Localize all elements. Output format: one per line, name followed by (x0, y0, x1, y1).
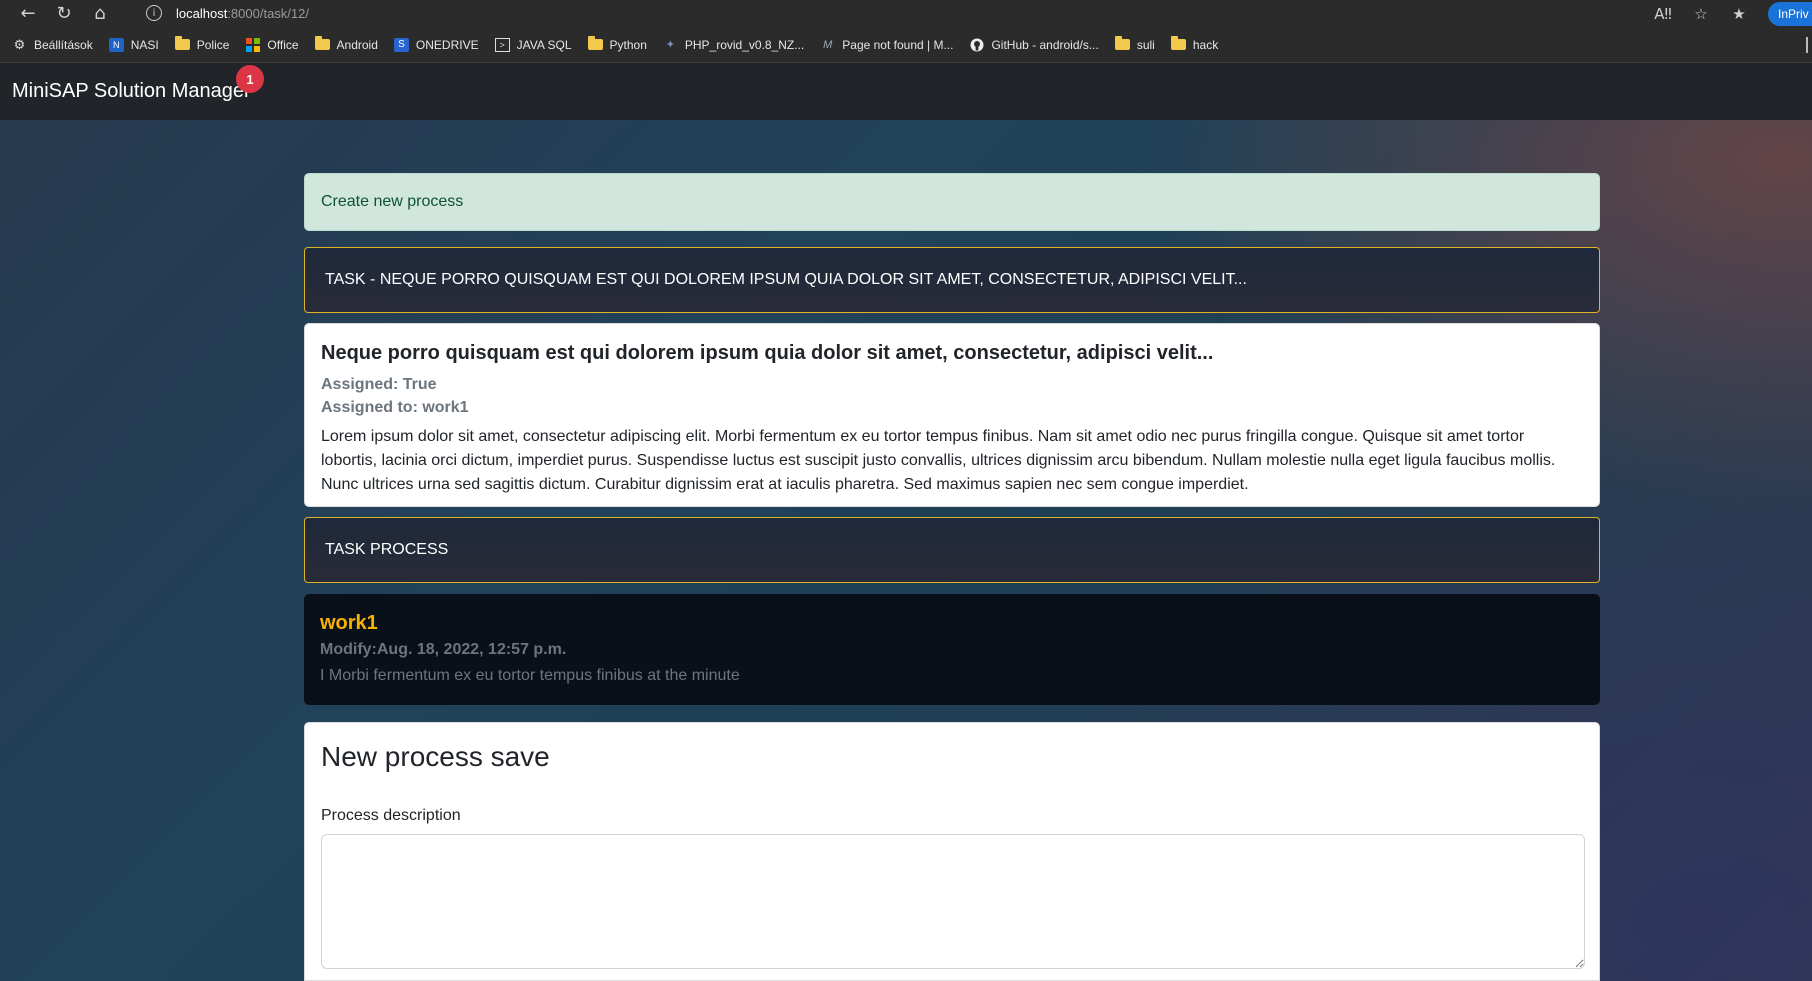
app-navbar: MiniSAP Solution Manager 1 (0, 63, 1812, 120)
notification-badge[interactable]: 1 (236, 65, 264, 93)
address-bar[interactable]: i localhost :8000/task/12/ (146, 1, 1626, 25)
bookmark-hack[interactable]: hack (1170, 36, 1219, 52)
back-arrow-icon[interactable]: ← (10, 0, 46, 27)
inprivate-button[interactable]: InPriv (1768, 1, 1812, 26)
form-title: New process save (321, 741, 550, 772)
terminal-icon: > (494, 37, 510, 52)
bookmark-label: Police (196, 37, 230, 52)
process-user: work1 (320, 612, 378, 634)
bookmark-label: PHP_rovid_v0.8_NZ... (684, 37, 805, 52)
add-favorite-icon[interactable]: ☆ (1682, 5, 1720, 23)
process-text: I Morbi fermentum ex eu tortor tempus fi… (320, 667, 740, 684)
bookmark-python[interactable]: Python (587, 36, 647, 52)
bookmark-label: NASI (130, 37, 159, 52)
bookmarks-bar: ⚙ Beállítások N NASI Police Office Andro… (0, 27, 1812, 63)
bookmark-label: Beállítások (34, 37, 93, 52)
bookmark-label: GitHub - android/s... (991, 37, 1099, 52)
url-path: :8000/task/12/ (227, 5, 309, 21)
alert-text: Create new process (321, 193, 464, 210)
url-host: localhost (176, 5, 228, 21)
bookmark-label: Page not found | M... (842, 37, 954, 52)
bookmark-java-sql[interactable]: > JAVA SQL (494, 37, 572, 52)
process-description-input[interactable] (321, 834, 1585, 969)
folder-icon (587, 36, 603, 52)
bookmark-office[interactable]: Office (245, 37, 299, 52)
page-icon: M (823, 38, 833, 51)
bookmark-page-not-found[interactable]: M Page not found | M... (820, 38, 953, 52)
home-icon[interactable]: ⌂ (82, 0, 118, 27)
nasi-icon: N (108, 37, 124, 52)
folder-icon (314, 36, 330, 52)
process-description-label: Process description (321, 807, 461, 824)
favorites-icon[interactable]: ★ (1720, 5, 1758, 23)
create-process-alert: Create new process (304, 173, 1600, 231)
browser-toolbar: ← ↻ ⌂ i localhost :8000/task/12/ A‼ ☆ ★ … (0, 0, 1812, 27)
read-aloud-icon[interactable]: A‼ (1644, 5, 1682, 23)
bookmark-label: hack (1192, 37, 1219, 52)
folder-icon (174, 36, 190, 52)
bookmark-label: suli (1136, 37, 1155, 52)
folder-icon (1170, 36, 1186, 52)
site-info-icon[interactable]: i (146, 5, 162, 21)
php-icon: ✦ (665, 39, 675, 51)
process-card: work1 Modify:Aug. 18, 2022, 12:57 p.m. I… (304, 594, 1600, 705)
bookmark-onedrive[interactable]: S ONEDRIVE (393, 37, 479, 52)
bookmark-label: Office (267, 37, 299, 52)
bookmarks-overflow-icon[interactable] (1806, 37, 1812, 53)
gear-icon: ⚙ (13, 36, 26, 52)
bookmark-suli[interactable]: suli (1114, 36, 1155, 52)
bookmark-php[interactable]: ✦ PHP_rovid_v0.8_NZ... (663, 37, 805, 52)
bookmark-beallitasok[interactable]: ⚙ Beállítások (12, 36, 93, 52)
task-card: Neque porro quisquam est qui dolorem ips… (304, 323, 1600, 507)
onedrive-icon: S (393, 37, 409, 52)
task-description: Lorem ipsum dolor sit amet, consectetur … (321, 428, 1556, 493)
bookmark-nasi[interactable]: N NASI (108, 37, 159, 52)
bookmark-label: Python (609, 37, 647, 52)
folder-icon (1114, 36, 1130, 52)
bookmark-label: JAVA SQL (516, 37, 572, 52)
bookmark-label: Android (336, 37, 378, 52)
task-assigned-to: Assigned to: work1 (321, 399, 469, 416)
process-modified-date: Modify:Aug. 18, 2022, 12:57 p.m. (320, 641, 567, 658)
refresh-icon[interactable]: ↻ (46, 0, 82, 27)
brand-title[interactable]: MiniSAP Solution Manager (12, 80, 251, 103)
office-icon (245, 37, 260, 52)
task-assigned: Assigned: True (321, 376, 437, 393)
task-header: TASK - NEQUE PORRO QUISQUAM EST QUI DOLO… (304, 247, 1600, 313)
bookmark-android[interactable]: Android (314, 36, 378, 52)
task-process-header-text: TASK PROCESS (325, 541, 449, 558)
bookmark-label: ONEDRIVE (415, 37, 479, 52)
new-process-form: New process save Process description (304, 722, 1600, 981)
github-icon (969, 38, 984, 52)
task-process-header: TASK PROCESS (304, 517, 1600, 583)
bookmark-police[interactable]: Police (174, 36, 230, 52)
task-header-text: TASK - NEQUE PORRO QUISQUAM EST QUI DOLO… (325, 271, 1247, 288)
task-title: Neque porro quisquam est qui dolorem ips… (321, 342, 1214, 364)
bookmark-github[interactable]: GitHub - android/s... (969, 37, 1099, 52)
